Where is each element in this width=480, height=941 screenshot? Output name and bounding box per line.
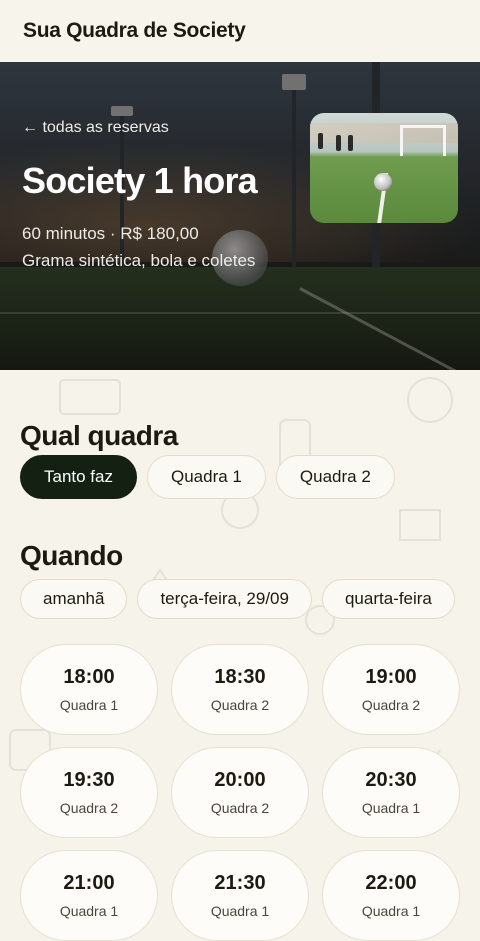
time-slot-grid: 18:00 Quadra 1 18:30 Quadra 2 19:00 Quadra … [20,644,460,941]
court-option-2[interactable]: Quadra 2 [275,455,395,499]
slot-time: 19:30 [63,769,115,791]
service-title: Society 1 hora [22,160,258,201]
slot-court: Quadra 1 [59,697,119,713]
time-slot[interactable]: 20:30 Quadra 1 [322,747,460,838]
time-slot[interactable]: 20:00 Quadra 2 [171,747,309,838]
time-slot[interactable]: 21:00 Quadra 1 [20,850,158,941]
slot-court: Quadra 1 [361,903,421,919]
date-section-title: Quando [20,540,123,571]
hero-banner: ← todas as reservas Society 1 hora 60 mi… [0,62,480,370]
top-bar: Sua Quadra de Society [0,0,480,62]
slot-time: 20:00 [214,769,266,791]
slot-court: Quadra 2 [59,800,119,816]
player-figure [318,133,323,149]
date-selector: amanhã terça-feira, 29/09 quarta-feira [20,579,460,619]
slot-court: Quadra 2 [210,800,270,816]
slot-court: Quadra 2 [210,697,270,713]
slot-court: Quadra 1 [59,903,119,919]
time-slot[interactable]: 19:30 Quadra 2 [20,747,158,838]
time-slot[interactable]: 18:00 Quadra 1 [20,644,158,735]
slot-time: 19:00 [365,666,417,688]
slot-time: 22:00 [365,872,417,894]
date-option[interactable]: amanhã [20,579,128,619]
court-option-1[interactable]: Quadra 1 [147,455,266,499]
time-slot[interactable]: 21:30 Quadra 1 [171,850,309,941]
player-figure [348,135,353,151]
slot-time: 21:00 [63,872,115,894]
date-option[interactable]: quarta-feira [321,579,455,619]
brand-name[interactable]: Sua Quadra de Society [23,19,246,43]
slot-court: Quadra 2 [361,697,421,713]
court-photo [310,113,458,223]
slot-time: 18:30 [214,666,266,688]
back-to-reservations-link[interactable]: ← todas as reservas [22,119,169,137]
service-description: Grama sintética, bola e coletes [22,251,256,270]
service-duration-price: 60 minutos · R$ 180,00 [22,224,199,243]
court-section-title: Qual quadra [20,420,178,451]
goal-post [400,125,446,156]
soccer-ball-icon [374,173,392,191]
slot-court: Quadra 1 [361,800,421,816]
time-slot[interactable]: 18:30 Quadra 2 [171,644,309,735]
slot-time: 20:30 [365,769,417,791]
court-option-any[interactable]: Tanto faz [20,455,137,499]
time-slot[interactable]: 22:00 Quadra 1 [322,850,460,941]
date-option[interactable]: terça-feira, 29/09 [137,579,312,619]
slot-court: Quadra 1 [210,903,270,919]
slot-time: 18:00 [63,666,115,688]
time-slot[interactable]: 19:00 Quadra 2 [322,644,460,735]
player-figure [336,135,341,151]
slot-time: 21:30 [214,872,266,894]
court-selector: Tanto faz Quadra 1 Quadra 2 [20,455,395,499]
